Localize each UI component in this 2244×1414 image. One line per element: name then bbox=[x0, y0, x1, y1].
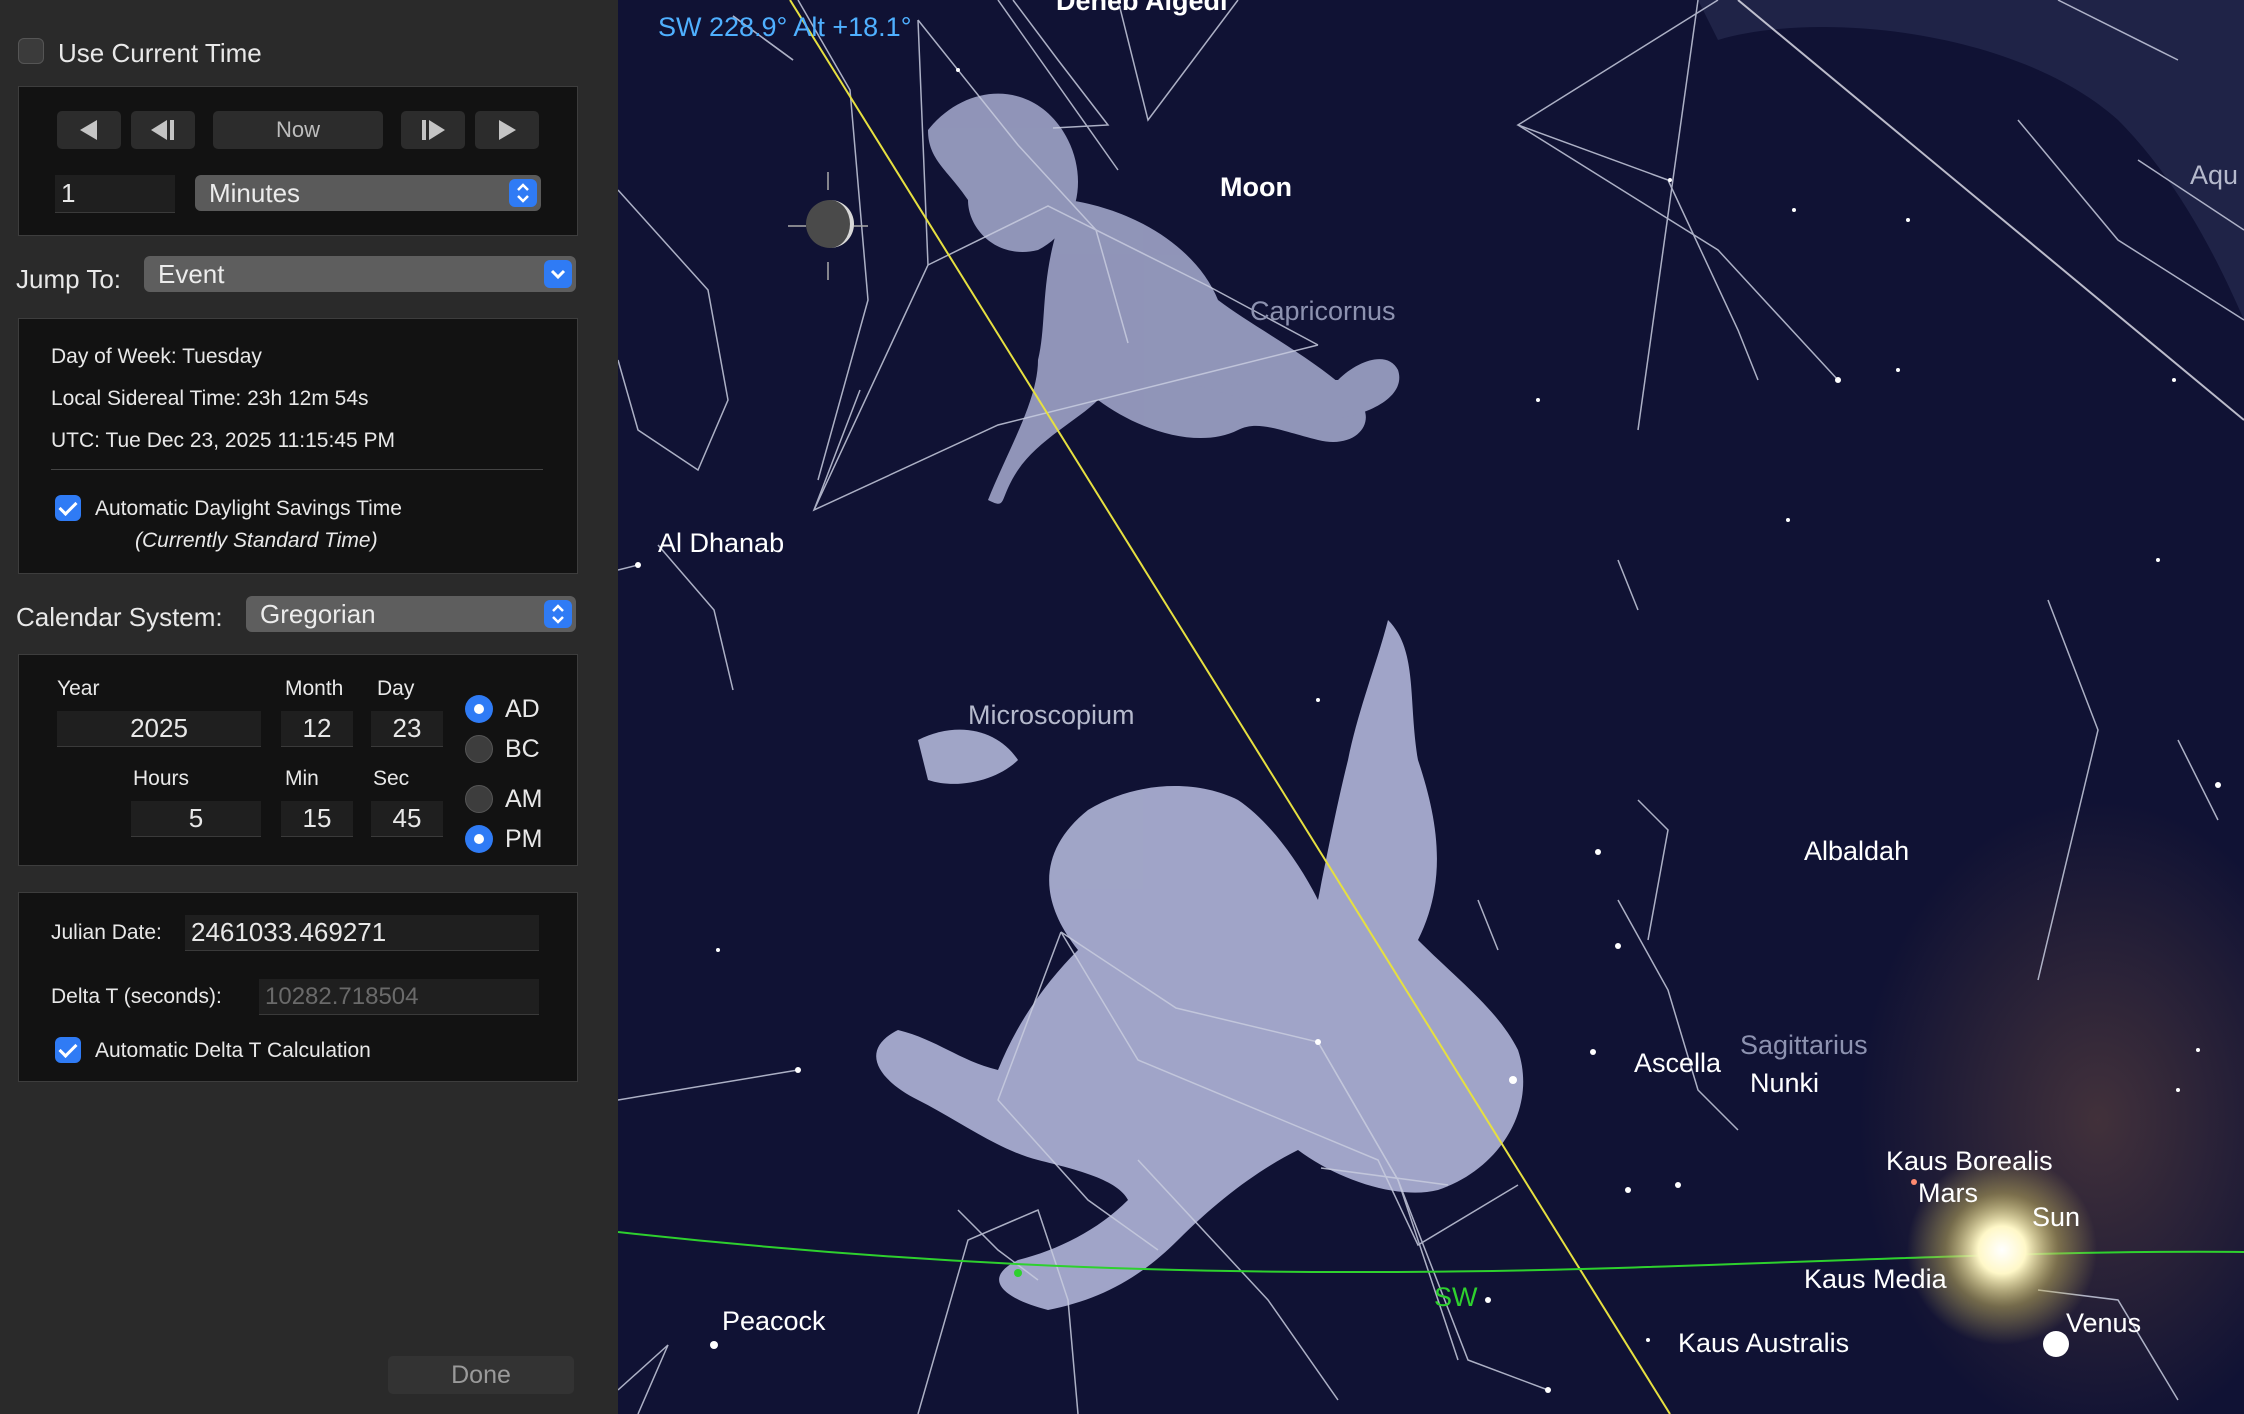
pointer-coordinates-readout: SW 228.9° Alt +18.1° bbox=[658, 12, 912, 42]
sec-label: Sec bbox=[373, 767, 410, 790]
step-unit-value: Minutes bbox=[209, 177, 301, 208]
jump-to-label: Jump To: bbox=[16, 264, 122, 294]
sagittarius-label: Sagittarius bbox=[1740, 1030, 1868, 1060]
day-input[interactable]: 23 bbox=[371, 711, 443, 747]
month-label: Month bbox=[285, 677, 344, 700]
auto-delta-t-label: Automatic Delta T Calculation bbox=[95, 1039, 371, 1062]
local-sidereal-time: Local Sidereal Time: 23h 12m 54s bbox=[51, 387, 369, 410]
microscopium-label: Microscopium bbox=[968, 700, 1135, 730]
min-input[interactable]: 15 bbox=[281, 801, 353, 837]
bc-label: BC bbox=[505, 735, 540, 763]
auto-dst-label: Automatic Daylight Savings Time bbox=[95, 497, 402, 520]
kaus-borealis-label: Kaus Borealis bbox=[1886, 1146, 2053, 1176]
kaus-media-label: Kaus Media bbox=[1804, 1264, 1947, 1294]
updown-chevron-icon bbox=[509, 179, 537, 207]
hours-label: Hours bbox=[133, 767, 190, 790]
capricornus-label: Capricornus bbox=[1250, 296, 1396, 326]
done-button[interactable]: Done bbox=[388, 1356, 574, 1394]
calendar-system-value: Gregorian bbox=[260, 598, 376, 629]
step-back-fast-button[interactable] bbox=[57, 111, 121, 149]
mars-marker bbox=[1911, 1179, 1917, 1185]
date-fields-box: Year Month Day 2025 12 23 Hours Min Sec … bbox=[18, 654, 578, 866]
step-forward-fast-button[interactable] bbox=[475, 111, 539, 149]
sky-chart-canvas[interactable] bbox=[618, 0, 2244, 1414]
step-amount-input[interactable]: 1 bbox=[55, 175, 175, 213]
nunki-label: Nunki bbox=[1750, 1068, 1820, 1098]
delta-t-label: Delta T (seconds): bbox=[51, 985, 222, 1008]
step-forward-button[interactable] bbox=[401, 111, 465, 149]
updown-chevron-icon bbox=[544, 600, 572, 628]
bc-radio[interactable] bbox=[465, 735, 493, 763]
sky-chart-view[interactable]: SW 228.9° Alt +18.1° Deneb Algedi Moon C… bbox=[618, 0, 2244, 1414]
time-step-box: Now 1 Minutes bbox=[18, 86, 578, 236]
sun-label: Sun bbox=[2032, 1202, 2081, 1232]
year-label: Year bbox=[57, 677, 100, 700]
albaldah-label: Albaldah bbox=[1804, 836, 1910, 866]
step-back-button[interactable] bbox=[131, 111, 195, 149]
ad-radio[interactable] bbox=[465, 695, 493, 723]
calendar-system-label: Calendar System: bbox=[16, 602, 223, 632]
ascella-label: Ascella bbox=[1634, 1048, 1722, 1078]
mars-label: Mars bbox=[1918, 1178, 1978, 1208]
peacock-label: Peacock bbox=[722, 1306, 826, 1336]
month-input[interactable]: 12 bbox=[281, 711, 353, 747]
chevron-down-icon bbox=[544, 260, 572, 288]
play-icon bbox=[499, 120, 516, 140]
pm-label: PM bbox=[505, 825, 543, 853]
auto-delta-t-checkbox[interactable] bbox=[55, 1037, 81, 1063]
sec-input[interactable]: 45 bbox=[371, 801, 443, 837]
am-label: AM bbox=[505, 785, 543, 813]
step-forward-icon bbox=[422, 120, 445, 140]
step-unit-select[interactable]: Minutes bbox=[195, 175, 541, 211]
auto-dst-checkbox[interactable] bbox=[55, 495, 81, 521]
now-button[interactable]: Now bbox=[213, 111, 383, 149]
al-dhanab-label: Al Dhanab bbox=[658, 528, 785, 558]
jump-to-select[interactable]: Event bbox=[144, 256, 576, 292]
kaus-australis-label: Kaus Australis bbox=[1678, 1328, 1850, 1358]
step-reverse-icon bbox=[151, 120, 174, 140]
day-label: Day bbox=[377, 677, 415, 700]
sw-horizon-label: SW bbox=[1434, 1282, 1478, 1312]
ad-label: AD bbox=[505, 695, 540, 723]
am-radio[interactable] bbox=[465, 785, 493, 813]
hours-input[interactable]: 5 bbox=[131, 801, 261, 837]
julian-date-box: Julian Date: 2461033.469271 Delta T (sec… bbox=[18, 892, 578, 1082]
moon-label: Moon bbox=[1220, 172, 1292, 202]
day-of-week: Day of Week: Tuesday bbox=[51, 345, 262, 368]
time-info-box: Day of Week: Tuesday Local Sidereal Time… bbox=[18, 318, 578, 574]
utc-time: UTC: Tue Dec 23, 2025 11:15:45 PM bbox=[51, 429, 395, 452]
use-current-time-label: Use Current Time bbox=[58, 38, 262, 68]
pm-radio[interactable] bbox=[465, 825, 493, 853]
calendar-system-select[interactable]: Gregorian bbox=[246, 596, 576, 632]
min-label: Min bbox=[285, 767, 319, 790]
julian-date-input[interactable]: 2461033.469271 bbox=[185, 915, 539, 951]
delta-t-input[interactable]: 10282.718504 bbox=[259, 979, 539, 1015]
play-reverse-icon bbox=[80, 120, 97, 140]
use-current-time-checkbox[interactable] bbox=[18, 38, 44, 64]
julian-date-label: Julian Date: bbox=[51, 921, 162, 944]
date-time-panel: Use Current Time Now 1 Minutes Jump To: … bbox=[0, 0, 618, 1414]
venus-label: Venus bbox=[2066, 1308, 2142, 1338]
year-input[interactable]: 2025 bbox=[57, 711, 261, 747]
dst-status: (Currently Standard Time) bbox=[135, 529, 378, 552]
deneb-algedi-label: Deneb Algedi bbox=[1056, 0, 1228, 16]
sw-marker bbox=[1014, 1269, 1022, 1277]
aquarius-label: Aqu bbox=[2190, 160, 2239, 190]
info-divider bbox=[51, 469, 543, 470]
jump-to-value: Event bbox=[158, 258, 225, 289]
